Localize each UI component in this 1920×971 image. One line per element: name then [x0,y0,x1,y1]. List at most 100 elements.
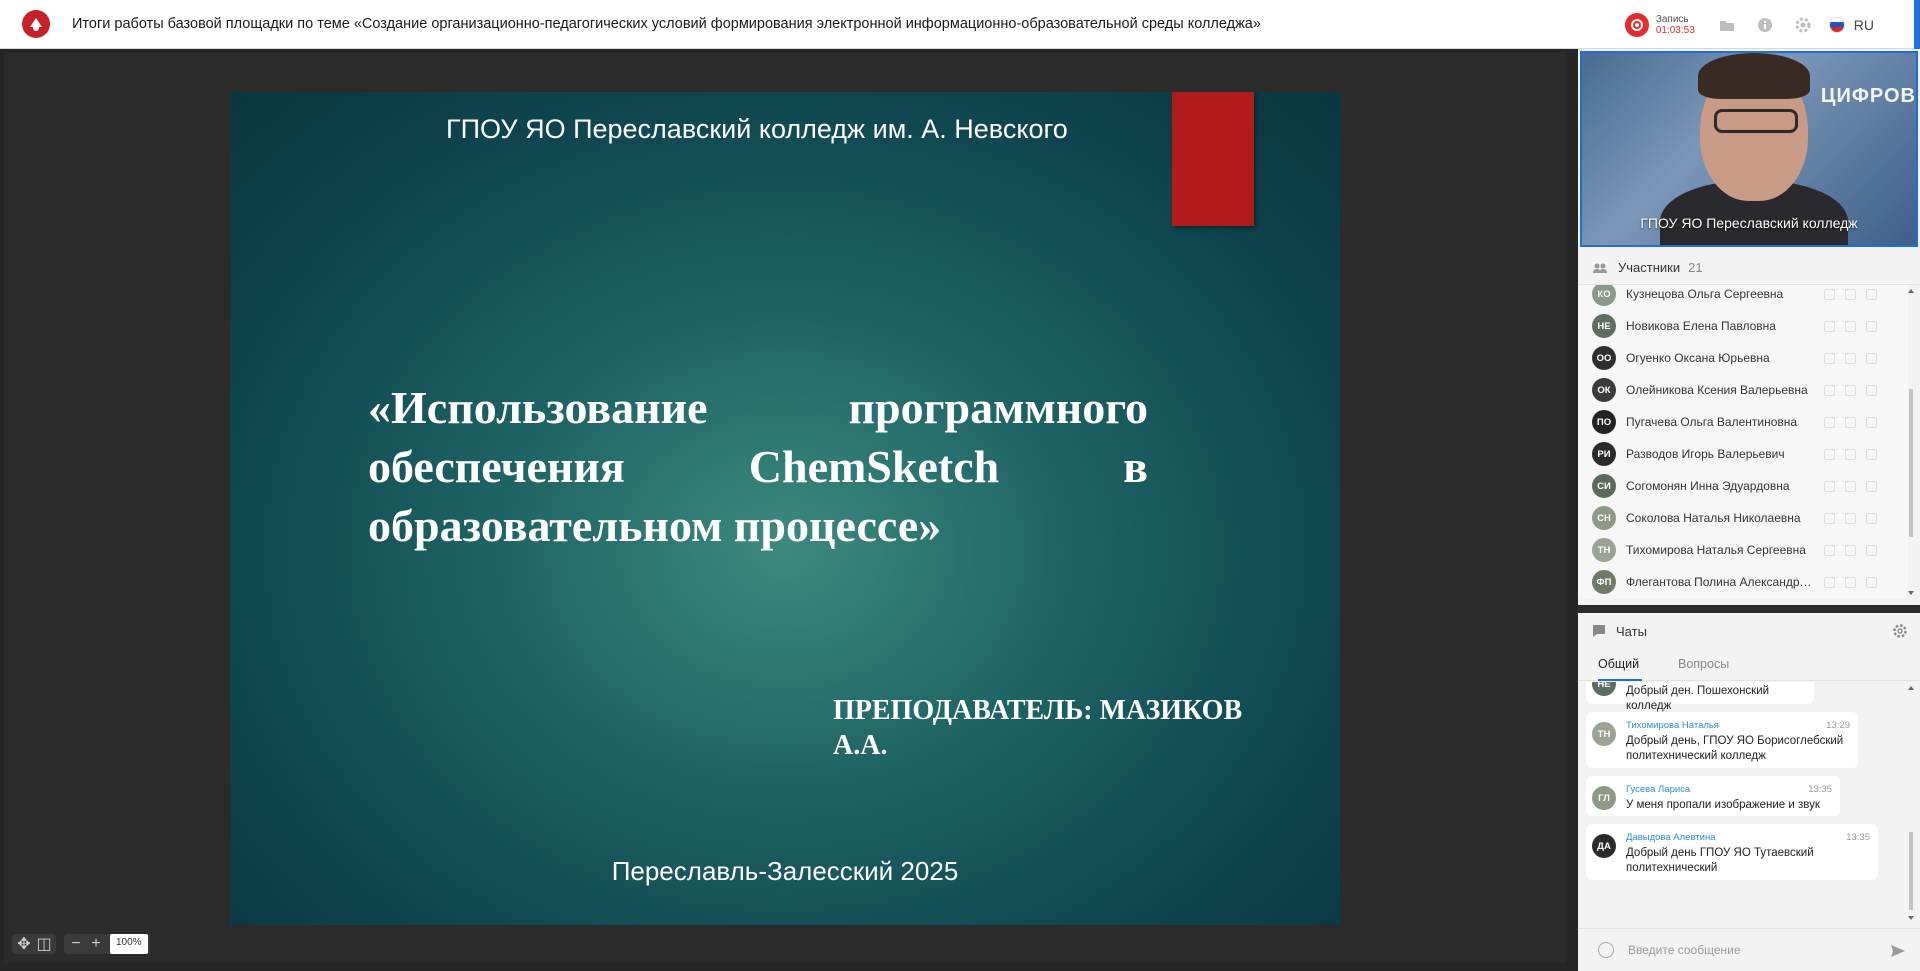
screen-icon [1866,480,1877,492]
participant-row[interactable]: СИ Согомонян Инна Эдуардовна [1578,470,1908,502]
language-code: RU [1853,16,1874,33]
message-text: Добрый день ГПОУ ЯО Тутаевский политехни… [1626,847,1814,874]
top-bar: Итоги работы базовой площадки по теме «С… [0,0,1920,49]
recording-label: Запись [1655,13,1689,25]
send-icon[interactable] [1890,943,1906,959]
message-time: 13:35 [1846,832,1870,843]
chat-icon [1593,625,1605,637]
folder-icon [1719,20,1734,31]
speaker-glasses [1714,109,1798,133]
participant-name: Огуенко Оксана Юрьевна [1626,351,1770,365]
tab-general[interactable]: Общий [1598,649,1642,681]
participant-name: Кузнецова Ольга Сергеевна [1626,287,1784,301]
tab-questions[interactable]: Вопросы [1678,649,1729,681]
pan-icon[interactable]: ✥ [14,934,34,954]
zoom-controls: ✥ ◫ − + 100% [12,934,158,954]
users-icon [1593,263,1607,273]
participant-row[interactable]: ОК Олейникова Ксения Валерьевна [1578,374,1908,406]
participant-name: Разводов Игорь Валерьевич [1626,447,1785,461]
message-author: Тихомирова Наталья [1626,720,1719,731]
record-icon [1624,12,1649,37]
emoji-icon[interactable] [1598,942,1614,958]
screen-icon [1866,320,1877,332]
screen-icon [1866,416,1877,428]
chat-settings-icon[interactable] [1892,623,1908,639]
slide-teacher: ПРЕПОДАВАТЕЛЬ: МАЗИКОВ А.А. [833,695,1243,761]
screen-icon [1866,576,1877,588]
participant-row[interactable]: ТН Тихомирова Наталья Сергеевна [1578,534,1908,566]
participants-header[interactable]: Участники 21 [1578,251,1920,285]
folder-button[interactable] [1715,13,1739,37]
message-author: Давыдова Алевтина [1626,832,1716,843]
participant-name: Пугачева Ольга Валентиновна [1626,415,1798,429]
participant-row[interactable]: НЕ Новикова Елена Павловна [1578,310,1908,342]
chat-message[interactable]: ТН Тихомирова Наталья 13:29 Добрый день,… [1586,712,1858,768]
camera-icon [1845,384,1856,396]
speaker-label: ГПОУ ЯО Переславский колледж [1640,215,1858,231]
camera-icon [1845,576,1856,588]
message-text: Добрый день, ГПОУ ЯО Борисоглебский поли… [1626,735,1844,762]
slide-red-tab [1172,92,1254,226]
participant-row[interactable]: ПО Пугачева Ольга Валентиновна [1578,406,1908,438]
screen-icon [1866,384,1877,396]
speaker-hair [1698,53,1810,99]
mic-icon [1824,288,1835,300]
message-time: 13:29 [1826,720,1850,731]
slide-organization: ГПОУ ЯО Переславский колледж им. А. Невс… [446,114,1068,144]
settings-button[interactable] [1791,13,1815,37]
event-title: Итоги работы базовой площадки по теме «С… [72,16,1261,32]
screen-icon [1866,288,1877,300]
slide-footer: Переславль-Залесский 2025 [611,856,959,886]
participant-name: Тихомирова Наталья Сергеевна [1626,543,1806,557]
chat-message[interactable]: ГЛ Гусева Лариса 13:35 У меня пропали из… [1586,776,1840,816]
message-input[interactable] [1628,943,1878,957]
screen-icon [1866,448,1877,460]
participant-row[interactable]: ФП Флегантова Полина Александро... [1578,566,1908,598]
participant-row[interactable]: СН Соколова Наталья Николаевна [1578,502,1908,534]
russia-flag-icon [1828,16,1845,33]
participants-scrollbar[interactable] [1906,285,1916,599]
message-text: Добрый ден. Пошехонский колледж [1626,685,1770,712]
presentation-slide: ГПОУ ЯО Переславский колледж им. А. Невс… [230,92,1340,925]
info-button[interactable] [1753,13,1777,37]
top-accent [1914,0,1920,49]
screen-icon [1866,544,1877,556]
video-banner-text: ЦИФРОВ [1820,85,1916,107]
chats-header: Чаты [1578,613,1920,649]
participant-name: Олейникова Ксения Валерьевна [1626,383,1808,397]
avatar: РИ [1592,442,1616,466]
chat-message[interactable]: НЕ Добрый ден. Пошехонский колледж [1586,682,1814,712]
mic-icon [1824,448,1835,460]
logo-icon [30,18,42,31]
chat-message[interactable]: ДА Давыдова Алевтина 13:35 Добрый день Г… [1586,824,1878,880]
participant-row[interactable]: ОО Огуенко Оксана Юрьевна [1578,342,1908,374]
language-selector[interactable]: RU [1828,16,1874,33]
zoom-in-button[interactable]: + [86,934,106,954]
chat-messages: НЕ Добрый ден. Пошехонский колледж ТН Ти… [1578,682,1908,924]
mic-icon [1824,352,1835,364]
message-text: У меня пропали изображение и звук [1626,799,1820,811]
participant-row[interactable]: РИ Разводов Игорь Валерьевич [1578,438,1908,470]
participants-count: 21 [1688,260,1703,275]
camera-icon [1845,352,1856,364]
participant-name: Соколова Наталья Николаевна [1626,511,1801,525]
panel-divider[interactable] [1578,605,1920,613]
avatar: ТН [1592,722,1616,746]
participants-title: Участники [1618,260,1681,275]
fit-width-icon[interactable]: ◫ [34,934,54,954]
app-logo[interactable] [22,10,50,38]
zoom-level[interactable]: 100% [110,934,148,954]
avatar: ГЛ [1592,786,1616,810]
chat-scrollbar[interactable] [1906,682,1916,924]
participant-row[interactable]: КО Кузнецова Ольга Сергеевна [1578,285,1908,310]
participant-name: Согомонян Инна Эдуардовна [1626,479,1790,493]
camera-icon [1845,544,1856,556]
message-author: Гусева Лариса [1626,784,1691,795]
zoom-out-button[interactable]: − [66,934,86,954]
participants-list: КО Кузнецова Ольга Сергеевна НЕ Новикова… [1578,285,1908,599]
chats-title: Чаты [1616,623,1647,639]
speaker-video[interactable]: ЦИФРОВ ГПОУ ЯО Переславский колледж [1580,51,1918,247]
mic-icon [1824,320,1835,332]
recording-indicator[interactable]: Запись 01:03:53 [1624,12,1695,37]
camera-icon [1845,448,1856,460]
